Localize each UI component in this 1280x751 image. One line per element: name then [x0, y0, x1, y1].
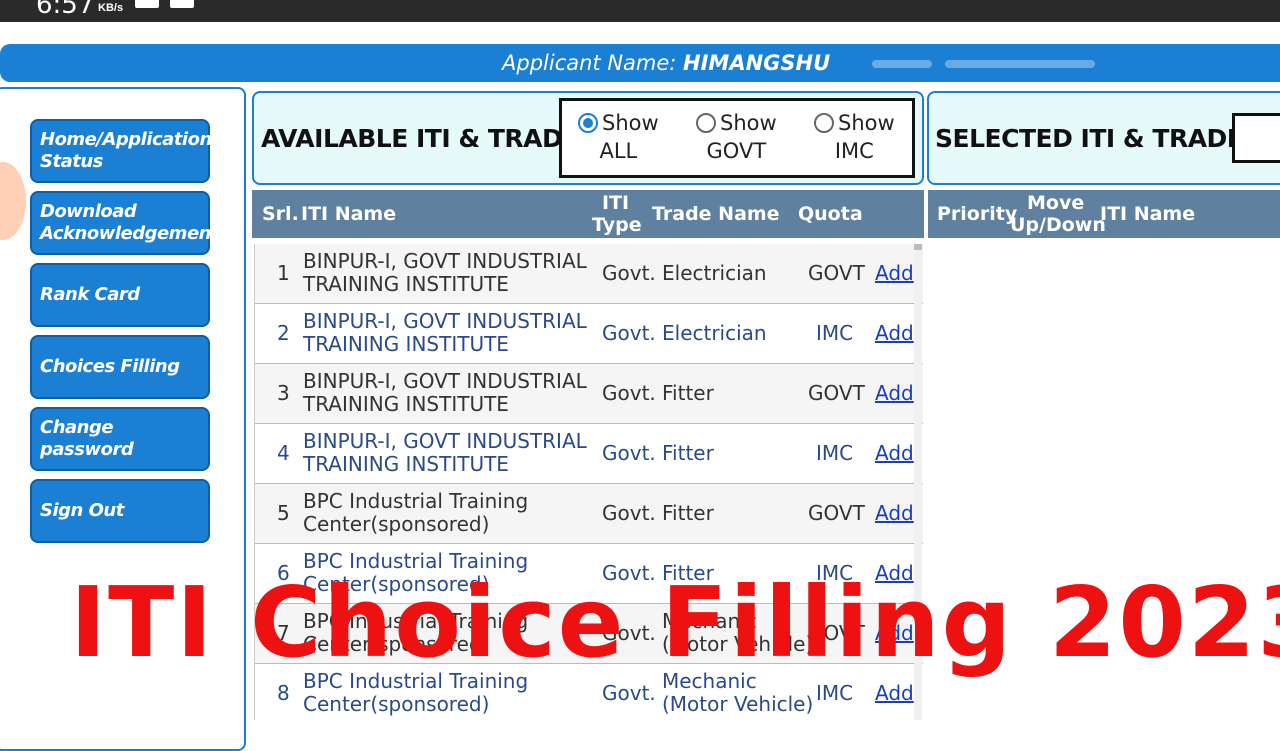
cell-trade: Fitter: [662, 441, 714, 465]
add-link[interactable]: Add: [875, 682, 914, 705]
add-link[interactable]: Add: [875, 502, 914, 525]
table-row: 2 BINPUR-I, GOVT INDUSTRIAL TRAINING INS…: [255, 304, 923, 364]
video-icon: [135, 0, 159, 8]
cell-iti-name: BINPUR-I, GOVT INDUSTRIAL: [303, 369, 587, 393]
applicant-bar: Applicant Name: HIMANGSHU: [0, 44, 1280, 82]
applicant-info: Applicant Name: HIMANGSHU: [502, 51, 830, 75]
book-icon: [170, 0, 194, 8]
filter-label: Show: [602, 111, 659, 135]
applicant-label: Applicant Name:: [502, 51, 677, 75]
radio-checked-icon[interactable]: [578, 113, 598, 133]
table-row: 4 BINPUR-I, GOVT INDUSTRIAL TRAINING INS…: [255, 424, 923, 484]
selected-table-header: Priority Move Up/Down ITI Name: [928, 190, 1280, 238]
filter-show-all[interactable]: Show ALL: [578, 109, 659, 165]
table-row: 5 BPC Industrial Training Center(sponsor…: [255, 484, 923, 544]
sidebar-item-choices-filling[interactable]: Choices Filling: [30, 335, 210, 399]
add-link[interactable]: Add: [875, 322, 914, 345]
sidebar-item-label: Rank Card: [40, 284, 140, 305]
col-move-line1: Move: [1027, 192, 1085, 214]
scrollbar-thumb[interactable]: [914, 244, 922, 250]
filter-label: GOVT: [706, 139, 767, 163]
available-title: AVAILABLE ITI & TRADE: [261, 124, 579, 153]
cell-iti-name: TRAINING INSTITUTE: [303, 272, 509, 296]
cell-iti-name: BINPUR-I, GOVT INDUSTRIAL: [303, 429, 587, 453]
cell-iti-type: Govt.: [602, 501, 656, 525]
status-time: 6:57: [36, 0, 95, 20]
cell-quota: IMC: [816, 321, 854, 345]
cell-iti-name: BINPUR-I, GOVT INDUSTRIAL: [303, 249, 587, 273]
overlay-title: ITI Choice Filling 2023: [70, 566, 1280, 679]
cell-srl: 8: [277, 681, 290, 705]
cell-srl: 5: [277, 501, 290, 525]
cell-srl: 4: [277, 441, 290, 465]
selected-title: SELECTED ITI & TRADE: [935, 124, 1244, 153]
filter-label: ALL: [599, 139, 638, 163]
cell-iti-name: TRAINING INSTITUTE: [303, 332, 509, 356]
col-iti-name: ITI Name: [301, 203, 397, 225]
col-move-line2: Up/Down: [1010, 214, 1106, 236]
col-iti-type-line2: Type: [592, 214, 642, 236]
sidebar-item-label: Download Acknowledgement: [40, 201, 220, 244]
cell-trade: (Motor Vehicle): [662, 692, 814, 716]
cell-iti-type: Govt.: [602, 261, 656, 285]
filter-label: Show: [838, 111, 895, 135]
cell-iti-name: BINPUR-I, GOVT INDUSTRIAL: [303, 309, 587, 333]
filter-label: Show: [720, 111, 777, 135]
cell-iti-type: Govt.: [602, 681, 656, 705]
redaction-blur: [945, 60, 1095, 68]
sidebar-item-label: Home/Application Status: [40, 129, 212, 172]
filter-show-govt[interactable]: Show GOVT: [696, 109, 777, 165]
sidebar-item-change-password[interactable]: Change password: [30, 407, 210, 471]
sidebar-item-label: Choices Filling: [40, 356, 180, 377]
col-iti-type-line1: ITI: [602, 192, 630, 214]
sidebar-item-home-application-status[interactable]: Home/Application Status: [30, 119, 212, 183]
available-table-header: Srl. ITI Name ITI Type Trade Name Quota: [252, 190, 924, 238]
cell-iti-name: Center(sponsored): [303, 692, 490, 716]
filter-group: Show ALL Show GOVT Show IMC: [559, 98, 915, 178]
sidebar-item-label: Sign Out: [40, 500, 124, 521]
cell-trade: Fitter: [662, 381, 714, 405]
cell-trade: Electrician: [662, 321, 767, 345]
cell-quota: GOVT: [808, 501, 865, 525]
col-trade-name: Trade Name: [652, 203, 780, 225]
cell-srl: 1: [277, 261, 290, 285]
cell-iti-name: BPC Industrial Training: [303, 489, 529, 513]
sidebar-item-rank-card[interactable]: Rank Card: [30, 263, 210, 327]
cell-iti-type: Govt.: [602, 441, 656, 465]
cell-srl: 3: [277, 381, 290, 405]
applicant-name: HIMANGSHU: [683, 51, 831, 75]
table-row: 1 BINPUR-I, GOVT INDUSTRIAL TRAINING INS…: [255, 244, 923, 304]
cell-quota: IMC: [816, 441, 854, 465]
cell-iti-type: Govt.: [602, 381, 656, 405]
cell-quota: GOVT: [808, 381, 865, 405]
cell-iti-name: TRAINING INSTITUTE: [303, 452, 509, 476]
network-speed: KB/s: [98, 2, 124, 14]
cell-trade: Electrician: [662, 261, 767, 285]
sidebar-item-sign-out[interactable]: Sign Out: [30, 479, 210, 543]
cell-quota: GOVT: [808, 261, 865, 285]
radio-unchecked-icon[interactable]: [696, 113, 716, 133]
cell-iti-name: Center(sponsored): [303, 512, 490, 536]
add-link[interactable]: Add: [875, 262, 914, 285]
cell-iti-name: TRAINING INSTITUTE: [303, 392, 509, 416]
cell-trade: Fitter: [662, 501, 714, 525]
redaction-blur: [872, 60, 932, 68]
table-row: 3 BINPUR-I, GOVT INDUSTRIAL TRAINING INS…: [255, 364, 923, 424]
radio-unchecked-icon[interactable]: [814, 113, 834, 133]
col-priority: Priority: [937, 203, 1018, 225]
filter-show-imc[interactable]: Show IMC: [814, 109, 895, 165]
add-link[interactable]: Add: [875, 442, 914, 465]
cell-srl: 2: [277, 321, 290, 345]
cell-iti-type: Govt.: [602, 321, 656, 345]
cell-quota: IMC: [816, 681, 854, 705]
col-iti-name: ITI Name: [1100, 203, 1196, 225]
status-bar: 6:57 KB/s: [0, 0, 1280, 22]
sidebar-item-download-acknowledgement[interactable]: Download Acknowledgement: [30, 191, 220, 255]
col-quota: Quota: [798, 203, 863, 225]
col-srl: Srl.: [262, 203, 299, 225]
selected-filter-box[interactable]: [1232, 113, 1280, 163]
filter-label: IMC: [834, 139, 874, 163]
add-link[interactable]: Add: [875, 382, 914, 405]
sidebar-item-label: Change password: [40, 417, 134, 460]
